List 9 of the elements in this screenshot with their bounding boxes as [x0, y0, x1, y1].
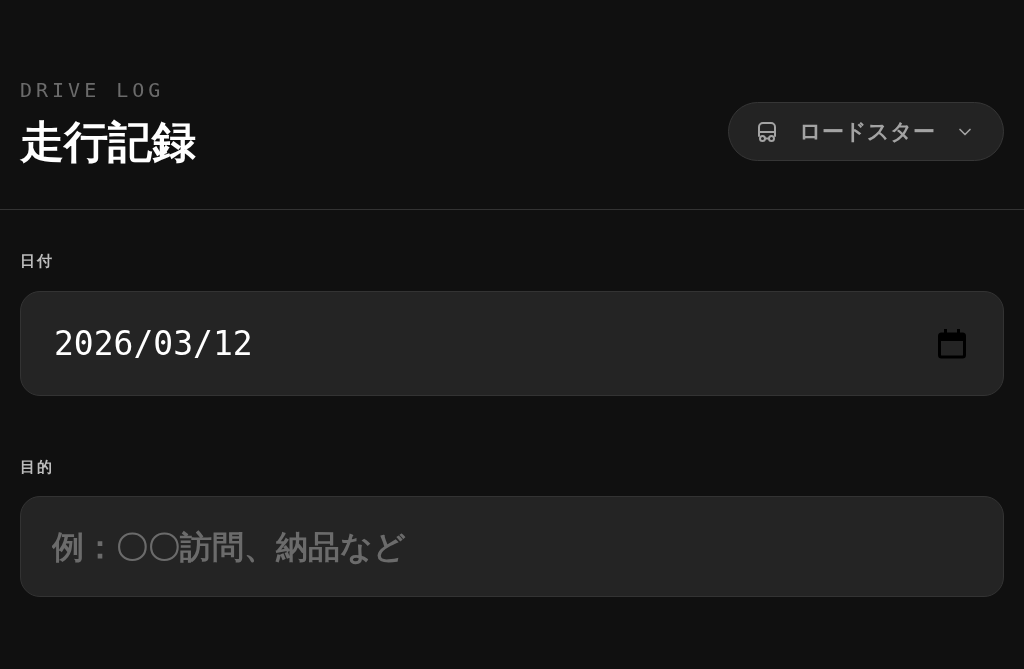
field-label: 日付	[20, 251, 55, 272]
page-title: 走行記録	[20, 115, 196, 169]
date-field[interactable]: 2026/03/12	[20, 290, 1004, 396]
purpose-field[interactable]: 例：〇〇訪問、納品など	[20, 496, 1004, 597]
car-icon	[755, 119, 779, 144]
eyebrow-text: DRIVE LOG	[20, 80, 166, 100]
calendar-icon[interactable]	[938, 328, 966, 359]
field-label: 目的	[20, 456, 55, 478]
vehicle-select[interactable]: ロードスター	[728, 102, 1004, 161]
